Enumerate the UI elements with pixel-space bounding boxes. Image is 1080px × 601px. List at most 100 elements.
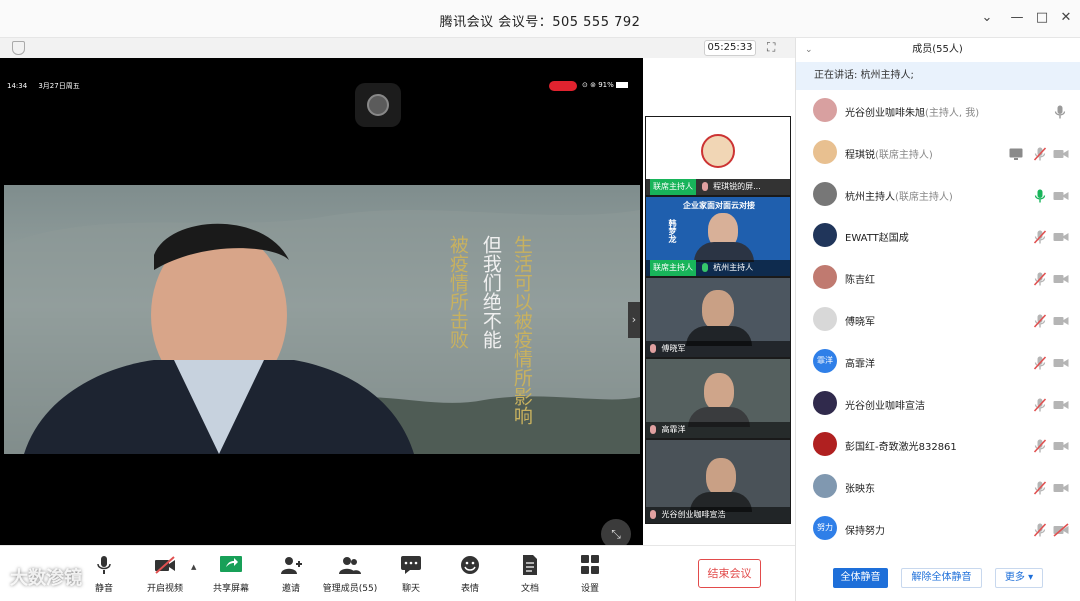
avatar bbox=[813, 139, 837, 164]
member-row[interactable]: 霏洋 高霏洋 bbox=[796, 341, 1080, 383]
manage-members-button[interactable]: 管理成员(55) bbox=[318, 555, 382, 594]
poem-line-2: 但我们绝不能 bbox=[479, 235, 502, 349]
video-off-icon[interactable] bbox=[1053, 522, 1069, 537]
mic-muted-icon[interactable] bbox=[1033, 146, 1047, 161]
thumbnail-2[interactable]: 企业家面对面云对接 韩梦龙 联席主持人 杭州主持人 bbox=[645, 196, 791, 277]
member-row[interactable]: 努力 保持努力 bbox=[796, 508, 1080, 550]
banner-text: 企业家面对面云对接 bbox=[683, 201, 755, 210]
toolbar-label: 表情 bbox=[460, 584, 479, 594]
wifi-icon: ⊙ ⊚ bbox=[582, 81, 596, 89]
avatar bbox=[813, 307, 837, 331]
avatar bbox=[813, 98, 837, 122]
mute-all-button[interactable]: 全体静音 bbox=[833, 568, 888, 588]
mic-muted-icon[interactable] bbox=[1033, 271, 1047, 286]
unmute-all-button[interactable]: 解除全体静音 bbox=[901, 568, 982, 588]
member-row[interactable]: 傅晓军 bbox=[796, 299, 1080, 341]
member-name: 光谷创业咖啡朱旭 bbox=[845, 108, 925, 119]
settings-button[interactable]: 设置 bbox=[558, 555, 622, 594]
member-name: 高霏洋 bbox=[845, 358, 875, 370]
mute-button[interactable]: 静音 bbox=[72, 555, 136, 594]
mic-muted-icon[interactable] bbox=[1033, 438, 1047, 453]
minimize-button[interactable]: — bbox=[1009, 10, 1025, 26]
poem-line-1: 生活可以被疫情所影响 bbox=[510, 235, 533, 425]
member-row[interactable]: EWATT赵国成 bbox=[796, 215, 1080, 257]
mic-muted-icon bbox=[650, 510, 656, 519]
member-name: EWATT赵国成 bbox=[845, 233, 909, 245]
thumbnail-1[interactable]: 联席主持人 程琪锐的屏... bbox=[645, 116, 791, 196]
thumbnail-5[interactable]: 光谷创业咖啡宣浩 bbox=[645, 439, 791, 524]
video-off-icon[interactable] bbox=[1053, 271, 1069, 285]
maximize-button[interactable]: □ bbox=[1034, 10, 1050, 26]
thumbnail-4[interactable]: 高霏洋 bbox=[645, 358, 791, 439]
toolbar-label: 文档 bbox=[520, 584, 539, 594]
member-name-row: 光谷创业咖啡宣洁 bbox=[845, 397, 925, 412]
mic-muted-icon[interactable] bbox=[1033, 480, 1047, 495]
chevron-down-icon[interactable]: ⌄ bbox=[805, 38, 813, 62]
toolbar-label: 聊天 bbox=[401, 584, 420, 594]
share-screen-icon bbox=[220, 556, 242, 572]
participant-face bbox=[704, 373, 734, 411]
member-role: (联席主持人) bbox=[895, 191, 953, 203]
invite-icon bbox=[281, 557, 302, 574]
record-indicator-icon bbox=[549, 81, 577, 91]
invite-button[interactable]: 邀请 bbox=[259, 555, 323, 594]
thumbnail-name: 光谷创业咖啡宣浩 bbox=[661, 510, 726, 519]
member-name-row: 高霏洋 bbox=[845, 355, 875, 370]
mic-active-icon bbox=[701, 263, 708, 272]
video-off-icon[interactable] bbox=[1053, 438, 1069, 452]
video-off-icon[interactable] bbox=[1053, 480, 1069, 494]
member-row[interactable]: 彭国红-奇致激光832861 bbox=[796, 424, 1080, 466]
mic-icon[interactable] bbox=[1053, 104, 1067, 119]
video-off-icon[interactable] bbox=[1053, 188, 1069, 202]
end-meeting-button[interactable]: 结束会议 bbox=[698, 559, 761, 588]
members-title: 成员(55人) bbox=[912, 44, 963, 55]
collapse-thumbnails-arrow-icon[interactable]: › bbox=[628, 302, 640, 338]
fullscreen-icon[interactable]: ⛶ bbox=[767, 40, 781, 54]
screen-share-icon bbox=[1009, 146, 1023, 160]
member-name-row: 张映东 bbox=[845, 480, 875, 495]
mic-icon[interactable] bbox=[1033, 188, 1047, 203]
co-host-tag: 联席主持人 bbox=[650, 179, 696, 195]
video-off-icon[interactable] bbox=[1053, 229, 1069, 243]
video-off-icon[interactable] bbox=[1053, 355, 1069, 369]
shield-icon[interactable] bbox=[12, 41, 25, 55]
video-off-icon[interactable] bbox=[1053, 146, 1069, 160]
emoji-button[interactable]: 表情 bbox=[438, 555, 502, 594]
video-off-icon[interactable] bbox=[1053, 397, 1069, 411]
start-video-button[interactable]: 开启视频 bbox=[133, 555, 197, 594]
member-row[interactable]: 光谷创业咖啡宣洁 bbox=[796, 383, 1080, 425]
toolbar-label: 开启视频 bbox=[146, 584, 183, 594]
mic-muted-icon[interactable] bbox=[1033, 522, 1047, 537]
settings-icon bbox=[581, 555, 599, 574]
more-button[interactable]: 更多 ▾ bbox=[995, 568, 1043, 588]
chat-icon bbox=[401, 556, 421, 574]
share-screen-button[interactable]: 共享屏幕 bbox=[199, 555, 263, 594]
member-row[interactable]: 陈吉红 bbox=[796, 257, 1080, 299]
video-off-icon[interactable] bbox=[1053, 313, 1069, 327]
mic-muted-icon[interactable] bbox=[1033, 397, 1047, 412]
mic-muted-icon[interactable] bbox=[1033, 313, 1047, 328]
member-row[interactable]: 杭州主持人(联席主持人) bbox=[796, 174, 1080, 216]
documents-button[interactable]: 文档 bbox=[498, 555, 562, 594]
member-name: 光谷创业咖啡宣洁 bbox=[845, 400, 925, 412]
meeting-timer: 05:25:33 bbox=[704, 40, 756, 56]
thumbnail-3[interactable]: 傅晓军 bbox=[645, 277, 791, 358]
video-options-caret-icon[interactable]: ▲ bbox=[191, 563, 196, 571]
mic-muted-icon[interactable] bbox=[1033, 229, 1047, 244]
collapse-icon[interactable]: ⌄ bbox=[979, 10, 995, 26]
mic-muted-icon bbox=[650, 425, 656, 434]
battery-icon bbox=[616, 82, 628, 88]
avatar bbox=[813, 432, 837, 457]
member-row[interactable]: 光谷创业咖啡朱旭(主持人, 我) bbox=[796, 90, 1080, 132]
member-row[interactable]: 程琪锐(联席主持人) bbox=[796, 132, 1080, 174]
member-name-row: EWATT赵国成 bbox=[845, 229, 909, 244]
co-host-tag: 联席主持人 bbox=[650, 260, 696, 276]
member-row[interactable]: 张映东 bbox=[796, 466, 1080, 508]
close-button[interactable]: ✕ bbox=[1058, 10, 1074, 26]
member-name: 傅晓军 bbox=[845, 317, 875, 328]
member-name: 陈吉红 bbox=[845, 275, 875, 287]
member-name-row: 陈吉红 bbox=[845, 271, 875, 286]
member-name: 程琪锐 bbox=[845, 149, 875, 161]
mic-muted-icon[interactable] bbox=[1033, 355, 1047, 370]
chat-button[interactable]: 聊天 bbox=[379, 555, 443, 594]
